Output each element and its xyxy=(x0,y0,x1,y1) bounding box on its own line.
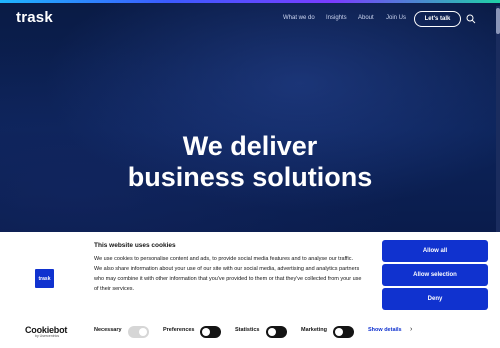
nav-insights[interactable]: Insights xyxy=(326,15,347,21)
pref-statistics: Statistics xyxy=(235,327,259,333)
scrollbar-thumb[interactable] xyxy=(496,8,500,34)
chevron-right-icon[interactable]: › xyxy=(410,326,412,333)
nav-join-us[interactable]: Join Us xyxy=(386,15,406,21)
allow-all-button[interactable]: Allow all xyxy=(382,240,488,262)
pref-label: Statistics xyxy=(235,327,260,333)
pref-marketing: Marketing xyxy=(301,327,327,333)
pref-necessary: Necessary xyxy=(94,327,122,333)
toggle-knob xyxy=(268,328,276,336)
cookie-body-text: We use cookies to personalise content an… xyxy=(94,256,362,292)
pref-label: Preferences xyxy=(163,327,195,333)
toggle-knob xyxy=(202,328,210,336)
deny-button[interactable]: Deny xyxy=(382,288,488,310)
toggle-knob xyxy=(139,328,147,336)
marketing-toggle[interactable] xyxy=(333,326,354,338)
pref-label: Marketing xyxy=(301,327,327,333)
nav-what-we-do[interactable]: What we do xyxy=(283,15,315,21)
headline-line-1: We deliver xyxy=(182,131,318,161)
show-details-link[interactable]: Show details xyxy=(368,327,402,333)
page-scrollbar[interactable] xyxy=(496,6,500,235)
preferences-toggle[interactable] xyxy=(200,326,221,338)
cookie-title: This website uses cookies xyxy=(94,242,176,249)
necessary-toggle[interactable] xyxy=(128,326,149,338)
lets-talk-button[interactable]: Let's talk xyxy=(414,11,461,27)
toggle-knob xyxy=(335,328,343,336)
hero-headline: We deliver business solutions xyxy=(0,131,500,193)
search-icon[interactable] xyxy=(466,14,476,24)
cookiebot-logo[interactable]: Cookiebot by Usercentrics xyxy=(25,325,67,338)
main-nav: What we do Insights About Join Us Let's … xyxy=(0,11,500,27)
statistics-toggle[interactable] xyxy=(266,326,287,338)
hero-section: trask What we do Insights About Join Us … xyxy=(0,3,500,235)
headline-line-2: business solutions xyxy=(127,162,373,192)
allow-selection-button[interactable]: Allow selection xyxy=(382,264,488,286)
pref-label: Necessary xyxy=(94,327,122,333)
pref-preferences: Preferences xyxy=(163,327,195,333)
cookie-banner-logo: trask xyxy=(35,269,54,288)
nav-about[interactable]: About xyxy=(358,15,374,21)
cookie-banner: trask This website uses cookies We use c… xyxy=(0,232,500,348)
